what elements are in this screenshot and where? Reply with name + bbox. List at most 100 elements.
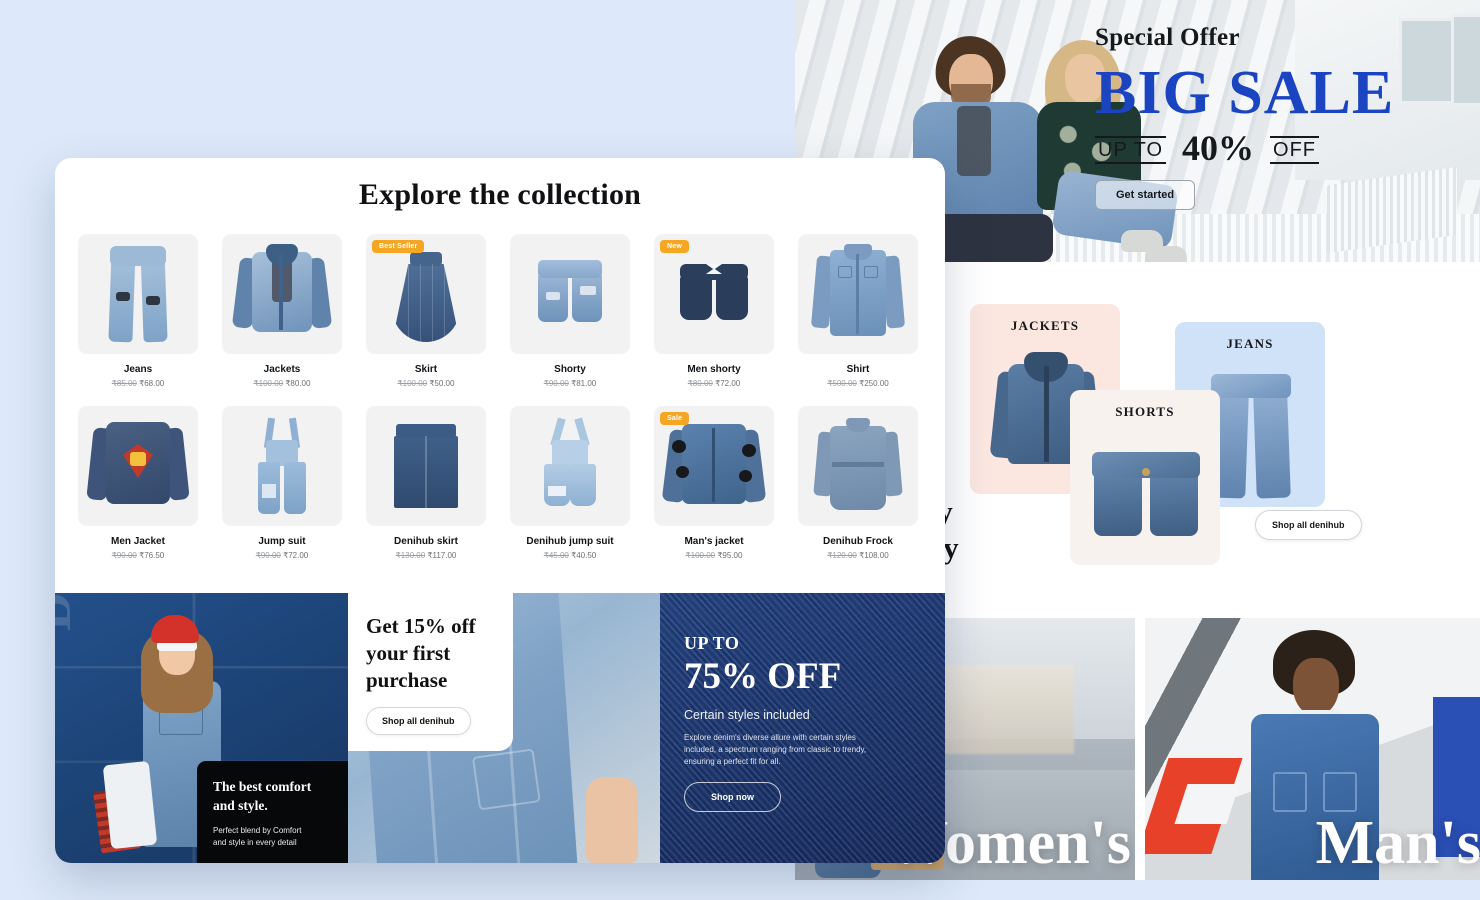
product-price: ₹45.00 ₹40.50 (510, 551, 630, 560)
hero-text-block: Special Offer BIG SALE UP TO 40% OFF Get… (1095, 24, 1475, 210)
shop-now-button[interactable]: Shop now (684, 782, 781, 812)
product-card[interactable]: Jeans ₹85.00 ₹68.00 (78, 234, 198, 388)
product-badge: New (660, 240, 689, 253)
denim-discount-promo: UP TO 75% OFF Certain styles included Ex… (660, 593, 945, 863)
product-card[interactable]: Sale Man's jacket ₹100.00 ₹95.00 (654, 406, 774, 560)
product-sale-price: ₹250.00 (859, 379, 889, 388)
product-old-price: ₹100.00 (253, 379, 284, 388)
product-thumbnail[interactable] (78, 406, 198, 526)
product-card[interactable]: Best Seller Skirt ₹100.00 ₹50.00 (366, 234, 486, 388)
product-grid: Jeans ₹85.00 ₹68.00 Jackets ₹100.00 ₹80.00 B… (78, 234, 922, 560)
product-price: ₹90.00 ₹76.50 (78, 551, 198, 560)
category-card-shorts-label: SHORTS (1115, 404, 1175, 419)
hero-off-label: OFF (1270, 136, 1320, 164)
shorts-illustration (1092, 452, 1200, 538)
product-price: ₹90.00 ₹81.00 (510, 379, 630, 388)
hero-discount-row: UP TO 40% OFF (1095, 128, 1475, 168)
man-shirt (957, 106, 991, 176)
product-thumbnail[interactable] (798, 406, 918, 526)
product-thumbnail[interactable]: Sale (654, 406, 774, 526)
hero-percent: 40% (1182, 128, 1255, 168)
product-badge: Best Seller (372, 240, 425, 253)
product-thumbnail[interactable] (366, 406, 486, 526)
product-old-price: ₹90.00 (255, 551, 281, 560)
product-name: Shirt (846, 364, 870, 375)
product-card[interactable]: Jump suit ₹90.00 ₹72.00 (222, 406, 342, 560)
product-name: Men Jacket (111, 536, 165, 547)
product-thumbnail[interactable] (222, 406, 342, 526)
product-card[interactable]: Denihub skirt ₹130.00 ₹117.00 (366, 406, 486, 560)
product-name: Shorty (554, 364, 586, 375)
product-price: ₹120.00 ₹108.00 (798, 551, 918, 560)
product-name: Men shorty (687, 364, 741, 375)
offer-title-line-3: purchase (366, 668, 448, 692)
product-name: Denihub skirt (394, 536, 458, 547)
shop-all-denihub-category-button[interactable]: Shop all denihub (1255, 510, 1362, 540)
product-old-price: ₹120.00 (827, 551, 857, 560)
product-sale-price: ₹72.00 (715, 379, 741, 388)
mans-model-face (1293, 658, 1339, 716)
product-thumbnail[interactable] (78, 234, 198, 354)
product-name: Jeans (123, 364, 153, 375)
denim-headline: 75% OFF (684, 656, 842, 697)
denim-promo-content: UP TO 75% OFF Certain styles included Ex… (684, 633, 914, 812)
comfort-style-callout: The best comfort and style. Perfect blen… (197, 761, 348, 863)
product-old-price: ₹100.00 (397, 379, 428, 388)
product-sale-price: ₹117.00 (427, 551, 457, 560)
product-price: ₹100.00 ₹95.00 (654, 551, 774, 560)
mans-panel-label: Man's (1315, 809, 1480, 877)
product-name: Skirt (414, 364, 438, 375)
product-old-price: ₹500.00 (827, 379, 857, 388)
comfort-title-line-1: The best comfort (213, 779, 312, 794)
product-sale-price: ₹72.00 (283, 551, 309, 560)
product-card[interactable]: Men Jacket ₹90.00 ₹76.50 (78, 406, 198, 560)
product-price: ₹85.00 ₹68.00 (78, 379, 198, 388)
product-old-price: ₹130.00 (395, 551, 426, 560)
product-price: ₹80.00 ₹72.00 (654, 379, 774, 388)
product-sale-price: ₹81.00 (571, 379, 597, 388)
hero-eyebrow: Special Offer (1095, 24, 1240, 51)
category-card-jackets-label: JACKETS (1010, 318, 1080, 333)
product-price: ₹100.00 ₹80.00 (222, 379, 342, 388)
comfort-sub-line-2: and style in every detail (213, 838, 297, 847)
product-old-price: ₹85.00 (111, 379, 137, 388)
product-old-price: ₹100.00 (685, 551, 716, 560)
product-sale-price: ₹68.00 (139, 379, 165, 388)
product-sale-price: ₹108.00 (859, 551, 889, 560)
product-name: Jackets (263, 364, 301, 375)
product-old-price: ₹45.00 (543, 551, 569, 560)
model-white-cloth (102, 760, 158, 850)
product-thumbnail[interactable]: Best Seller (366, 234, 486, 354)
product-price: ₹90.00 ₹72.00 (222, 551, 342, 560)
promo-strip: DUNGRI The best comfort and style. Perfe… (55, 593, 945, 863)
product-card[interactable]: Denihub jump suit ₹45.00 ₹40.50 (510, 406, 630, 560)
model-hand (586, 777, 638, 863)
dungri-watermark: DUNGRI (55, 593, 83, 631)
product-thumbnail[interactable] (798, 234, 918, 354)
product-sale-price: ₹76.50 (139, 551, 165, 560)
denim-up-to-label: UP TO (684, 633, 740, 653)
product-thumbnail[interactable] (510, 406, 630, 526)
product-card[interactable]: Shirt ₹500.00 ₹250.00 (798, 234, 918, 388)
offer-title-line-2: your first (366, 641, 451, 665)
comfort-title-line-2: and style. (213, 798, 268, 813)
product-thumbnail[interactable] (510, 234, 630, 354)
product-thumbnail[interactable] (222, 234, 342, 354)
product-name: Man's jacket (684, 536, 744, 547)
hero-up-to-label: UP TO (1095, 136, 1167, 164)
product-thumbnail[interactable]: New (654, 234, 774, 354)
product-old-price: ₹90.00 (543, 379, 569, 388)
product-sale-price: ₹80.00 (285, 379, 311, 388)
offer-card: Get 15% off your first purchase Shop all… (348, 593, 513, 751)
product-card[interactable]: New Men shorty ₹80.00 ₹72.00 (654, 234, 774, 388)
comfort-sub-line-1: Perfect blend by Comfort (213, 826, 302, 835)
product-card[interactable]: Shorty ₹90.00 ₹81.00 (510, 234, 630, 388)
product-card[interactable]: Denihub Frock ₹120.00 ₹108.00 (798, 406, 918, 560)
hero-headline: BIG SALE (1095, 59, 1395, 127)
product-name: Denihub jump suit (526, 536, 614, 547)
category-card-shorts[interactable]: SHORTS (1070, 390, 1220, 565)
mans-panel[interactable]: Man's (1145, 618, 1480, 880)
product-card[interactable]: Jackets ₹100.00 ₹80.00 (222, 234, 342, 388)
get-started-button[interactable]: Get started (1095, 180, 1196, 210)
shop-all-denihub-offer-button[interactable]: Shop all denihub (366, 707, 471, 735)
